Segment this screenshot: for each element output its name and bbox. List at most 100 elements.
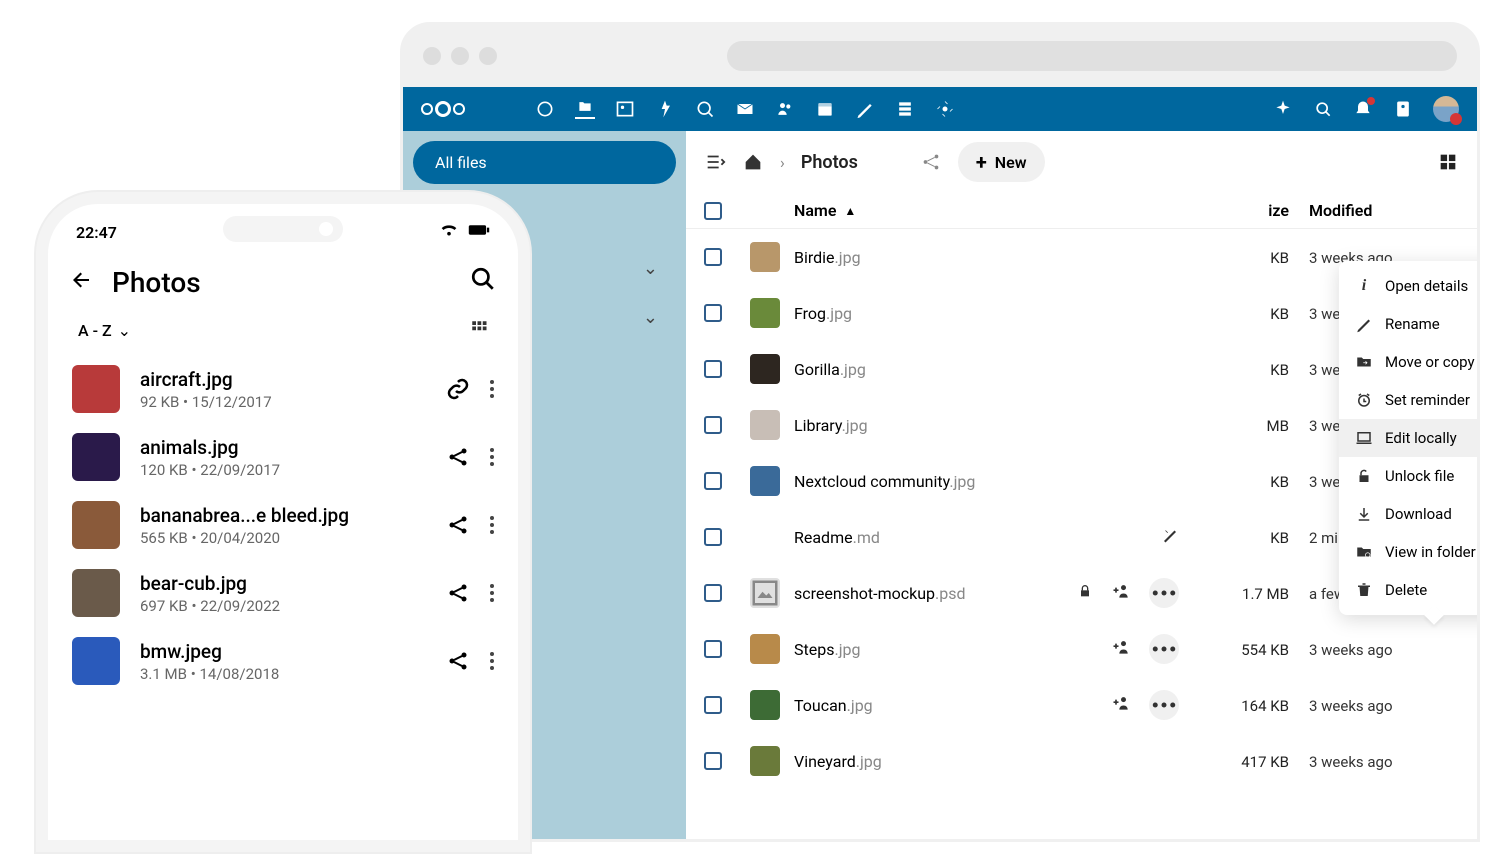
- file-thumbnail: [72, 637, 120, 685]
- file-size: 164 KB: [1241, 697, 1289, 715]
- calendar-icon[interactable]: [815, 99, 835, 119]
- share-icon[interactable]: [446, 513, 470, 537]
- file-size: KB: [1270, 305, 1289, 323]
- mobile-file-row[interactable]: bear-cub.jpg 697 KB • 22/09/2022: [48, 559, 518, 627]
- more-icon[interactable]: [490, 516, 494, 534]
- file-row[interactable]: Vineyard.jpg 417 KB 3 weeks ago: [686, 733, 1477, 789]
- more-actions-icon[interactable]: [1149, 578, 1179, 608]
- nextcloud-logo[interactable]: [421, 101, 465, 117]
- more-icon[interactable]: [490, 448, 494, 466]
- file-size: KB: [1270, 249, 1289, 267]
- context-menu-item[interactable]: Unlock file: [1339, 457, 1480, 495]
- file-name: Vineyard.jpg: [794, 752, 882, 771]
- file-modified: 3 weeks ago: [1309, 697, 1393, 715]
- grid-view-icon[interactable]: [470, 319, 488, 341]
- column-header-size[interactable]: ize: [1189, 201, 1289, 220]
- search-icon[interactable]: [470, 266, 496, 299]
- mobile-file-row[interactable]: animals.jpg 120 KB • 22/09/2017: [48, 423, 518, 491]
- table-header: Name ▲ ize Modified: [686, 193, 1477, 229]
- mail-icon[interactable]: [735, 99, 755, 119]
- row-checkbox[interactable]: [704, 416, 722, 434]
- file-row[interactable]: Steps.jpg 554 KB 3 weeks ago: [686, 621, 1477, 677]
- apps-more-icon[interactable]: [935, 99, 955, 119]
- more-icon[interactable]: [490, 652, 494, 670]
- file-name: Readme.md: [794, 528, 880, 547]
- deck-icon[interactable]: [895, 99, 915, 119]
- notes-icon[interactable]: [855, 99, 875, 119]
- context-menu-label: Delete: [1385, 581, 1427, 599]
- dashboard-icon[interactable]: [535, 99, 555, 119]
- share-icon[interactable]: [446, 581, 470, 605]
- home-icon[interactable]: [742, 151, 764, 173]
- battery-icon: [468, 222, 490, 242]
- user-avatar[interactable]: [1433, 96, 1459, 122]
- row-checkbox[interactable]: [704, 304, 722, 322]
- mobile-file-row[interactable]: aircraft.jpg 92 KB • 15/12/2017: [48, 355, 518, 423]
- file-thumbnail: [750, 466, 780, 496]
- file-size: KB: [1270, 473, 1289, 491]
- activity-icon[interactable]: [655, 99, 675, 119]
- context-menu-item[interactable]: View in folder: [1339, 533, 1480, 571]
- row-checkbox[interactable]: [704, 360, 722, 378]
- row-checkbox[interactable]: [704, 528, 722, 546]
- select-all-checkbox[interactable]: [704, 202, 722, 220]
- share-icon[interactable]: [920, 151, 942, 173]
- files-icon[interactable]: [575, 99, 595, 119]
- mobile-sort-bar: A - Z ⌄: [48, 313, 518, 355]
- files-toolbar: › Photos + New: [686, 131, 1477, 193]
- row-checkbox[interactable]: [704, 696, 722, 714]
- toggle-sidebar-icon[interactable]: [704, 151, 726, 173]
- add-share-icon[interactable]: [1111, 637, 1131, 661]
- assistant-icon[interactable]: [1273, 99, 1293, 119]
- unified-search-icon[interactable]: [1313, 99, 1333, 119]
- window-control-dot[interactable]: [423, 47, 441, 65]
- context-menu-item[interactable]: Move or copy: [1339, 343, 1480, 381]
- file-row[interactable]: Toucan.jpg 164 KB 3 weeks ago: [686, 677, 1477, 733]
- breadcrumb-current[interactable]: Photos: [801, 152, 858, 173]
- mobile-file-row[interactable]: bmw.jpeg 3.1 MB • 14/08/2018: [48, 627, 518, 695]
- new-button[interactable]: + New: [958, 142, 1045, 182]
- file-name: bananabrea...e bleed.jpg: [140, 504, 426, 527]
- row-checkbox[interactable]: [704, 752, 722, 770]
- file-thumbnail: [750, 690, 780, 720]
- context-menu-item[interactable]: Set reminder›: [1339, 381, 1480, 419]
- plus-icon: +: [976, 150, 987, 174]
- photos-icon[interactable]: [615, 99, 635, 119]
- notifications-icon[interactable]: [1353, 99, 1373, 119]
- add-share-icon[interactable]: [1111, 581, 1131, 605]
- more-actions-icon[interactable]: [1149, 634, 1179, 664]
- context-menu-item[interactable]: Delete: [1339, 571, 1480, 609]
- mobile-file-row[interactable]: bananabrea...e bleed.jpg 565 KB • 20/04/…: [48, 491, 518, 559]
- browser-url-bar[interactable]: [727, 41, 1457, 71]
- sort-dropdown[interactable]: A - Z ⌄: [78, 321, 131, 340]
- talk-icon[interactable]: [695, 99, 715, 119]
- chevron-down-icon: ⌄: [643, 307, 658, 328]
- context-menu-item[interactable]: Edit locally: [1339, 419, 1480, 457]
- window-control-dot[interactable]: [451, 47, 469, 65]
- link-icon[interactable]: [446, 377, 470, 401]
- row-checkbox[interactable]: [704, 640, 722, 658]
- more-icon[interactable]: [490, 380, 494, 398]
- add-share-icon[interactable]: [1111, 693, 1131, 717]
- window-control-dot[interactable]: [479, 47, 497, 65]
- column-header-modified[interactable]: Modified: [1289, 201, 1459, 220]
- row-checkbox[interactable]: [704, 472, 722, 490]
- context-menu-item[interactable]: Download: [1339, 495, 1480, 533]
- browser-window: All files s⌄ ⌄ storage files › Photos + …: [400, 22, 1480, 842]
- contacts-icon[interactable]: [775, 99, 795, 119]
- row-checkbox[interactable]: [704, 584, 722, 602]
- row-checkbox[interactable]: [704, 248, 722, 266]
- more-actions-icon[interactable]: [1149, 690, 1179, 720]
- more-icon[interactable]: [490, 584, 494, 602]
- view-grid-toggle[interactable]: [1437, 151, 1459, 173]
- context-menu-label: Edit locally: [1385, 429, 1457, 447]
- file-thumbnail: [750, 746, 780, 776]
- share-icon[interactable]: [446, 445, 470, 469]
- share-icon[interactable]: [446, 649, 470, 673]
- back-icon[interactable]: [70, 268, 94, 298]
- sidebar-item-all-files[interactable]: All files: [413, 141, 676, 184]
- context-menu-item[interactable]: Rename: [1339, 305, 1480, 343]
- context-menu-item[interactable]: iOpen details: [1339, 267, 1480, 305]
- column-header-name[interactable]: Name ▲: [794, 201, 1189, 220]
- contacts-menu-icon[interactable]: [1393, 99, 1413, 119]
